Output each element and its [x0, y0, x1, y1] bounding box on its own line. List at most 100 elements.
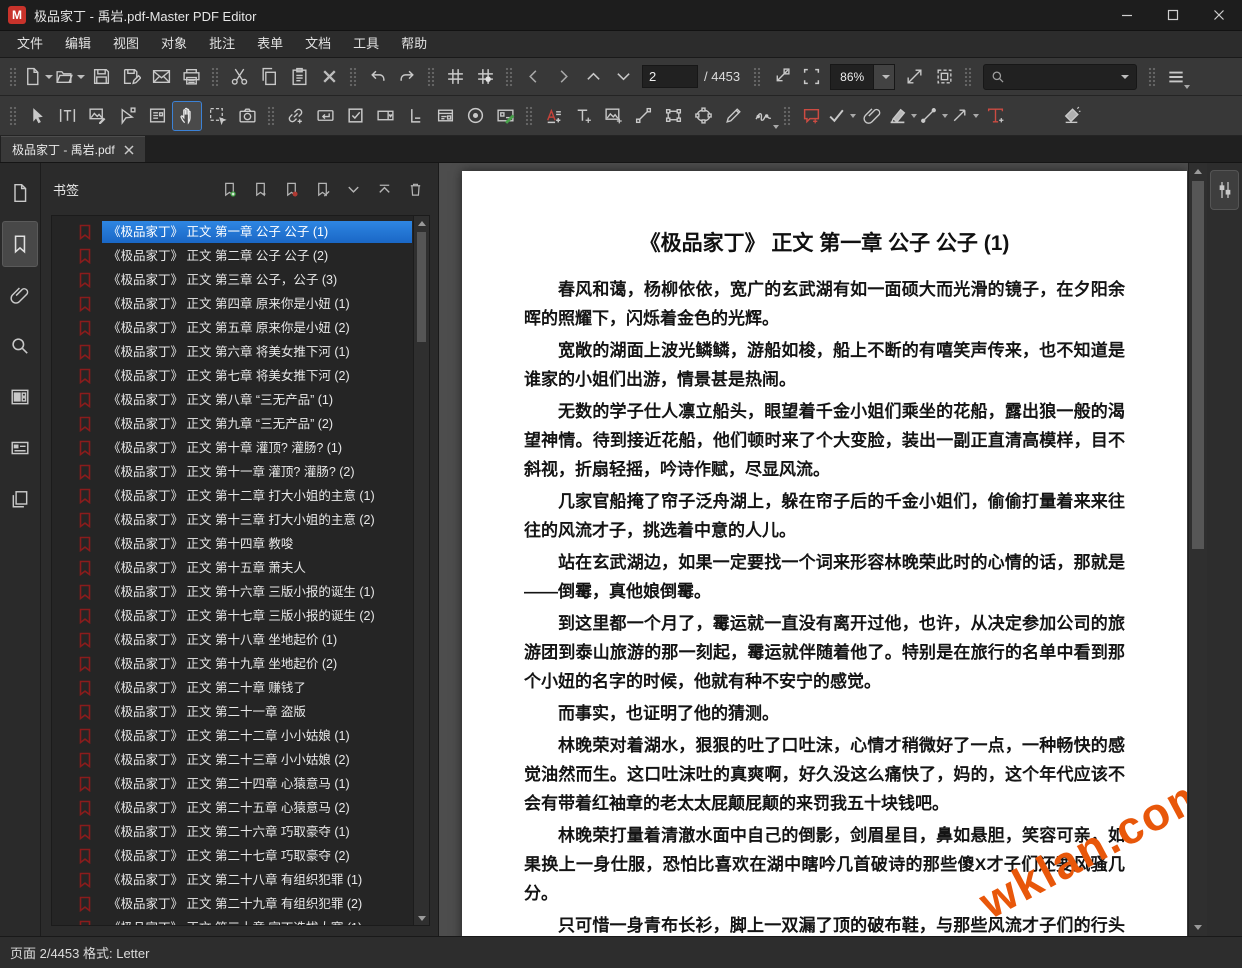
rename-bookmark-button[interactable] [313, 179, 331, 199]
bookmark-item[interactable]: 《极品家丁》 正文 第十三章 打大小姐的主意 (2) [52, 508, 413, 532]
next-page-button[interactable] [549, 63, 577, 91]
scroll-up-arrow[interactable] [1192, 163, 1205, 180]
previous-page-button[interactable] [519, 63, 547, 91]
bookmark-item[interactable]: 《极品家丁》 正文 第二十四章 心猿意马 (1) [52, 772, 413, 796]
bookmark-item[interactable]: 《极品家丁》 正文 第三章 公子，公子 (3) [52, 268, 413, 292]
hand-tool-button[interactable] [172, 100, 202, 131]
add-image-tool-button[interactable] [599, 102, 627, 130]
sidebar-search-button[interactable] [2, 323, 38, 369]
bookmark-item[interactable]: 《极品家丁》 正文 第九章 “三无产品” (2) [52, 412, 413, 436]
zoom-dropdown-button[interactable] [873, 64, 895, 89]
bookmark-item[interactable]: 《极品家丁》 正文 第二十八章 有组织犯罪 (1) [52, 868, 413, 892]
snapshot-tool-button[interactable] [233, 102, 261, 130]
attach-file-tool-button[interactable] [858, 102, 886, 130]
add-child-bookmark-button[interactable] [251, 179, 269, 199]
undo-button[interactable] [363, 63, 391, 91]
add-link-tool-button[interactable] [281, 102, 309, 130]
toolbar-grip[interactable] [1148, 66, 1157, 87]
bookmark-item[interactable]: 《极品家丁》 正文 第十九章 坐地起价 (2) [52, 652, 413, 676]
search-box[interactable] [983, 63, 1138, 90]
open-file-button[interactable] [55, 63, 85, 91]
add-text-box-tool-button[interactable] [569, 102, 597, 130]
select-area-tool-button[interactable] [203, 102, 231, 130]
toolbar-grip[interactable] [9, 66, 17, 87]
save-button[interactable] [87, 63, 115, 91]
scroll-down-arrow[interactable] [415, 911, 428, 925]
signature-tool-button[interactable] [749, 102, 779, 130]
toolbar-grip[interactable] [427, 66, 435, 87]
expand-all-button[interactable] [344, 179, 362, 199]
bookmark-item[interactable]: 《极品家丁》 正文 第五章 原来你是小妞 (2) [52, 316, 413, 340]
line-annotation-tool-button[interactable] [919, 102, 948, 130]
bookmark-item[interactable]: 《极品家丁》 正文 第十一章 灌顶? 灌肠? (2) [52, 460, 413, 484]
bookmark-item[interactable]: 《极品家丁》 正文 第二十七章 巧取豪夺 (2) [52, 844, 413, 868]
toolbar-grip[interactable] [505, 66, 513, 87]
close-button[interactable] [1196, 0, 1242, 30]
signature-field-tool-button[interactable] [491, 102, 519, 130]
sidebar-pages-button[interactable] [2, 170, 38, 216]
edit-forms-tool-button[interactable] [143, 102, 171, 130]
toolbar-grip[interactable] [964, 66, 973, 87]
pdf-page[interactable]: 《极品家丁》 正文 第一章 公子 公子 (1) 春风和蔼，杨柳依依，宽广的玄武湖… [462, 171, 1187, 936]
edit-image-tool-button[interactable] [83, 102, 111, 130]
highlight-tool-button[interactable] [888, 102, 917, 130]
toolbar-grip[interactable] [753, 66, 762, 87]
zoom-to-selection-button[interactable] [767, 63, 795, 91]
document-scrollbar[interactable] [1188, 163, 1207, 936]
menu-item[interactable]: 工具 [342, 31, 390, 57]
sidebar-attachments-button[interactable] [2, 272, 38, 318]
sidebar-form-fields-button[interactable] [2, 374, 38, 420]
new-document-button[interactable] [23, 63, 53, 91]
scrollbar-thumb[interactable] [1192, 181, 1204, 549]
list-box-tool-button[interactable] [401, 102, 429, 130]
bookmark-item[interactable]: 《极品家丁》 正文 第十七章 三版小报的诞生 (2) [52, 604, 413, 628]
menu-item[interactable]: 对象 [150, 31, 198, 57]
edit-path-tool-button[interactable] [113, 102, 141, 130]
arrow-annotation-tool-button[interactable] [950, 102, 979, 130]
bookmark-item[interactable]: 《极品家丁》 正文 第二章 公子 公子 (2) [52, 244, 413, 268]
zoom-combo[interactable]: 86% [830, 63, 896, 90]
bookmark-item[interactable]: 《极品家丁》 正文 第二十五章 心猿意马 (2) [52, 796, 413, 820]
pdf-viewport[interactable]: 《极品家丁》 正文 第一章 公子 公子 (1) 春风和蔼，杨柳依依，宽广的玄武湖… [439, 163, 1188, 936]
sidebar-pages-stack-button[interactable] [2, 476, 38, 522]
email-button[interactable] [147, 63, 175, 91]
bookmark-item[interactable]: 《极品家丁》 正文 第十五章 萧夫人 [52, 556, 413, 580]
rectangle-tool-button[interactable] [659, 102, 687, 130]
expand-button[interactable] [900, 63, 928, 91]
bookmark-item[interactable]: 《极品家丁》 正文 第一章 公子 公子 (1) [52, 220, 413, 244]
main-menu-button[interactable] [1162, 63, 1191, 91]
maximize-button[interactable] [1150, 0, 1196, 30]
add-text-tool-button[interactable] [539, 102, 567, 130]
bookmark-item[interactable]: 《极品家丁》 正文 第十章 灌顶? 灌肠? (1) [52, 436, 413, 460]
delete-button[interactable] [315, 63, 343, 91]
page-number-input[interactable] [642, 65, 698, 88]
bookmark-item[interactable]: 《极品家丁》 正文 第二十三章 小小姑娘 (2) [52, 748, 413, 772]
bookmark-item[interactable]: 《极品家丁》 正文 第二十章 赚钱了 [52, 676, 413, 700]
delete-all-bookmarks-button[interactable] [406, 179, 424, 199]
bookmark-item[interactable]: 《极品家丁》 正文 第十二章 打大小姐的主意 (1) [52, 484, 413, 508]
search-input[interactable] [1011, 68, 1113, 85]
paste-button[interactable] [285, 63, 313, 91]
edit-text-tool-button[interactable] [53, 102, 81, 130]
checkbox-tool-button[interactable] [341, 102, 369, 130]
bookmark-item[interactable]: 《极品家丁》 正文 第二十一章 盗版 [52, 700, 413, 724]
bookmark-item[interactable]: 《极品家丁》 正文 第六章 将美女推下河 (1) [52, 340, 413, 364]
menu-item[interactable]: 文件 [6, 31, 54, 57]
text-field-tool-button[interactable] [311, 102, 339, 130]
bookmark-item[interactable]: 《极品家丁》 正文 第四章 原来你是小妞 (1) [52, 292, 413, 316]
tab-close-icon[interactable] [124, 144, 134, 155]
cut-button[interactable] [225, 63, 253, 91]
fit-page-button[interactable] [797, 63, 825, 91]
bookmark-item[interactable]: 《极品家丁》 正文 第二十六章 巧取豪夺 (1) [52, 820, 413, 844]
save-as-button[interactable] [117, 63, 145, 91]
toolbar-grip[interactable] [211, 66, 219, 87]
toolbar-grip[interactable] [783, 105, 791, 126]
scroll-up-arrow[interactable] [415, 216, 428, 230]
menu-item[interactable]: 批注 [198, 31, 246, 57]
sticky-note-tool-button[interactable] [797, 102, 825, 130]
bookmark-item[interactable]: 《极品家丁》 正文 第十六章 三版小报的诞生 (1) [52, 580, 413, 604]
delete-bookmark-button[interactable] [282, 179, 300, 199]
properties-panel-toggle-button[interactable] [1210, 170, 1239, 210]
bookmark-item[interactable]: 《极品家丁》 正文 第十八章 坐地起价 (1) [52, 628, 413, 652]
line-tool-button[interactable] [629, 102, 657, 130]
